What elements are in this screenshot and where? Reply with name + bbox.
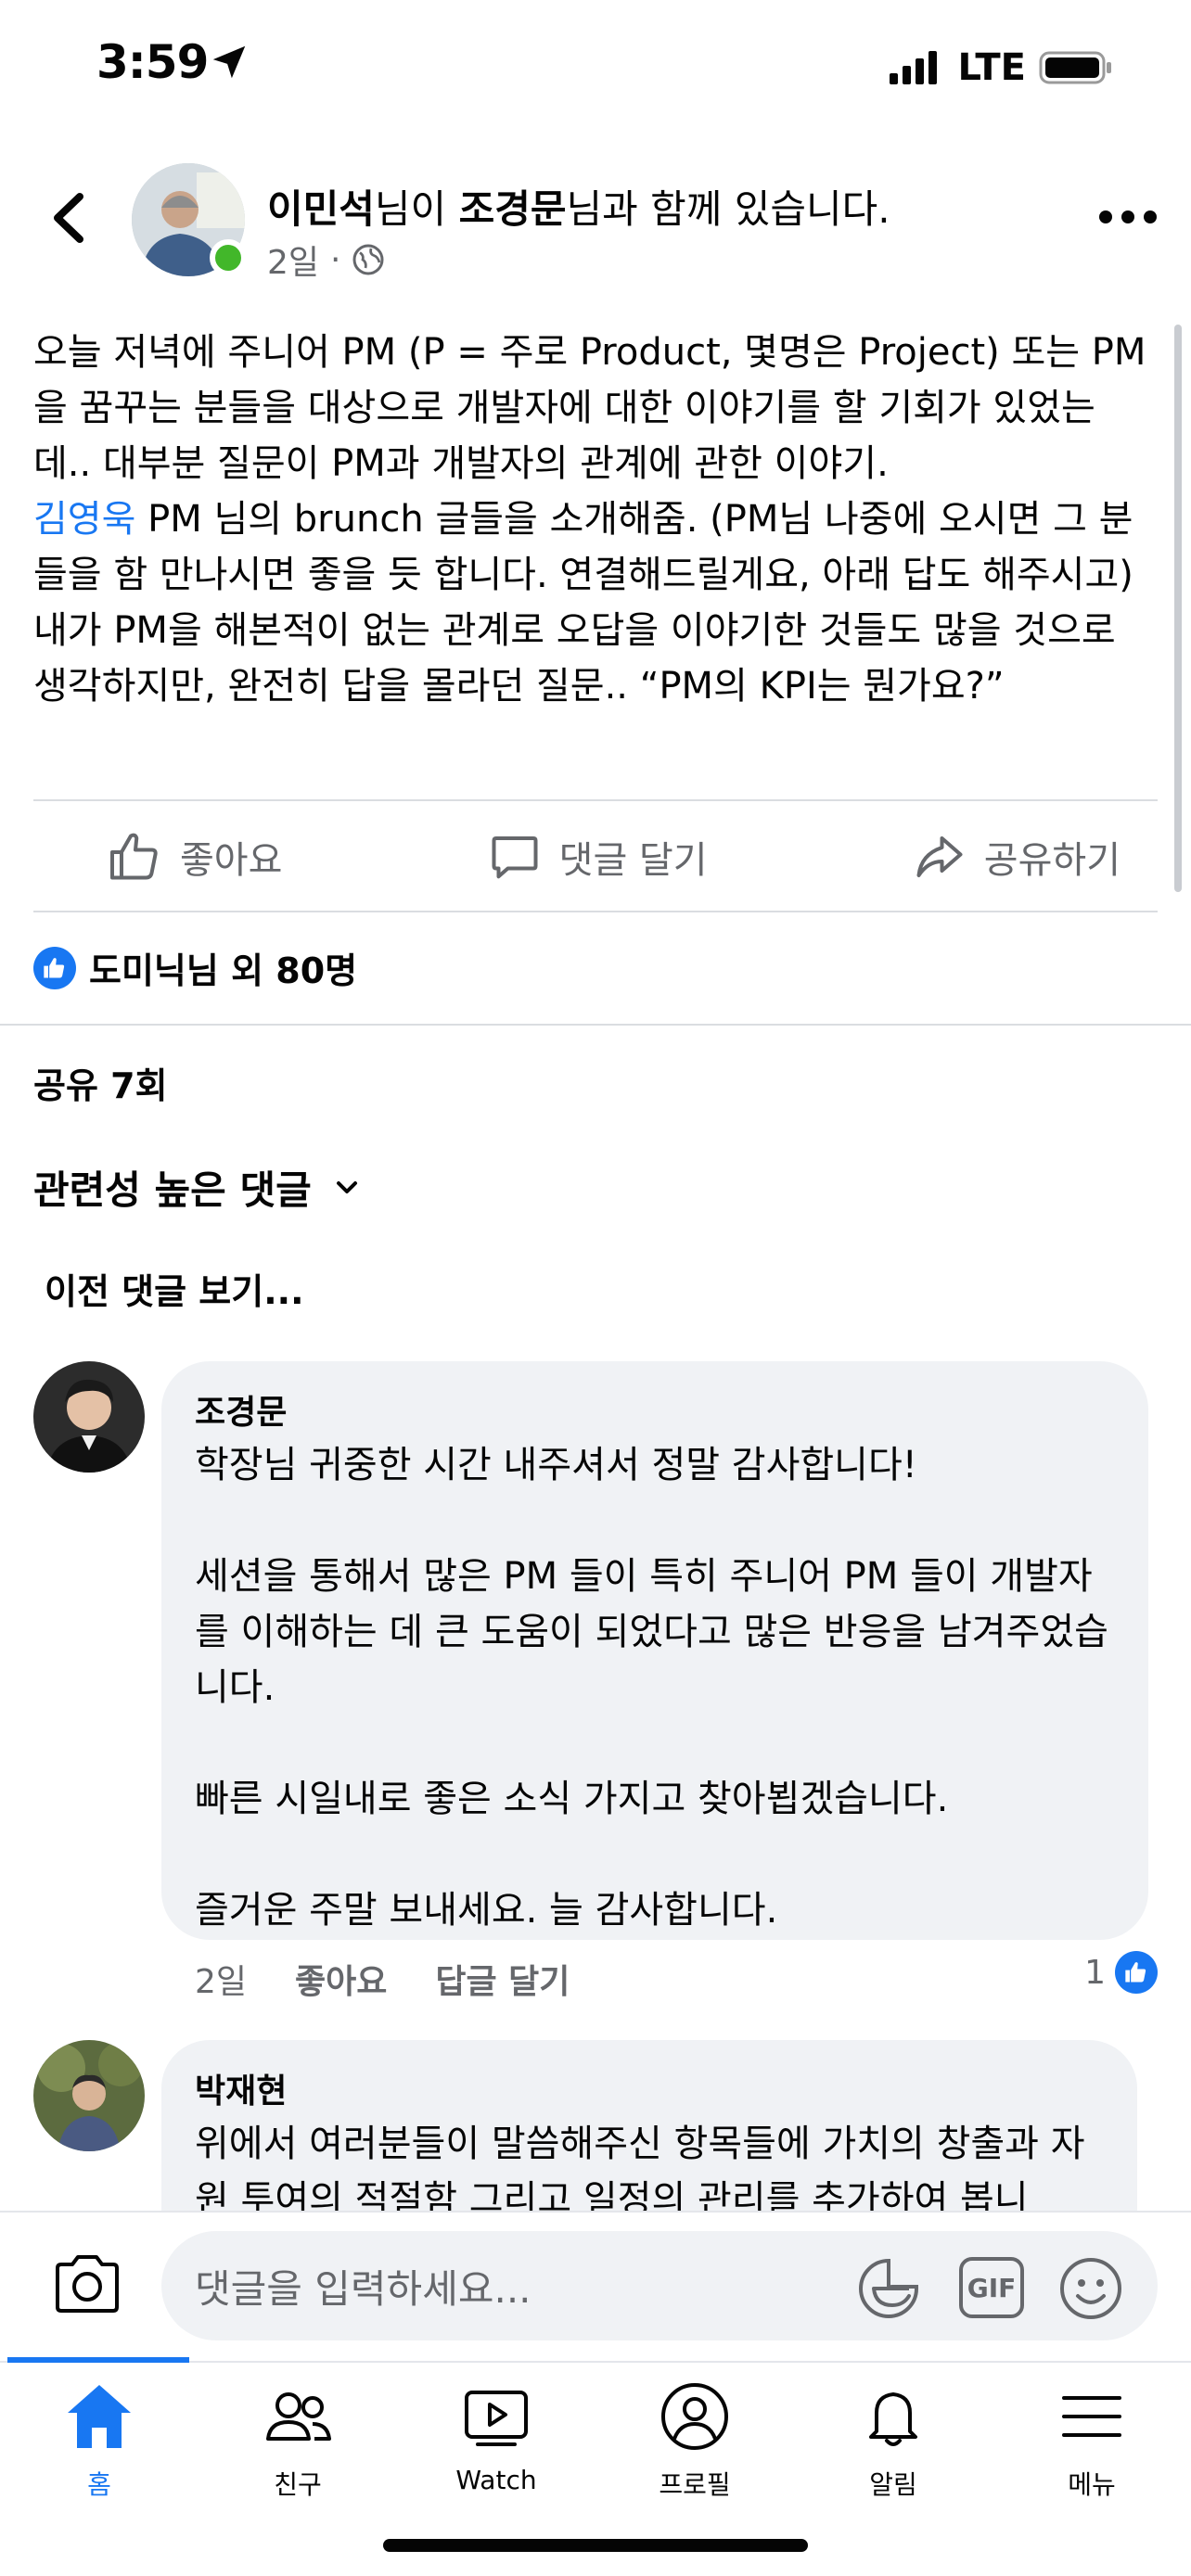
commenter-avatar[interactable] [33, 1361, 145, 1473]
globe-icon [352, 244, 384, 275]
tab-profile-label: 프로필 [659, 2469, 731, 2500]
tab-notifications[interactable]: 알림 [794, 2379, 992, 2502]
chevron-down-icon [336, 1180, 357, 1193]
comment-text: 학장님 귀중한 시간 내주셔서 정말 감사합니다! 세션을 통해서 많은 PM … [195, 1444, 1108, 1932]
post-paragraph-2: 김영욱 PM 님의 brunch 글들을 소개해줌. (PM님 나중에 오시면 … [33, 491, 1146, 603]
post-header-title: 이민석님이 조경문님과 함께 있습니다. [267, 178, 1083, 235]
menu-icon [1062, 2396, 1121, 2437]
share-button[interactable]: 공유하기 [912, 829, 1121, 885]
post-body: 오늘 저녁에 주니어 PM (P = 주로 Product, 몇명은 Proje… [33, 325, 1146, 714]
comment-reactions[interactable]: 1 [1084, 1951, 1158, 1994]
thumbs-up-icon [110, 833, 158, 880]
friends-icon [266, 2392, 331, 2441]
tab-menu[interactable]: 메뉴 [992, 2379, 1191, 2502]
meta-separator: · [330, 240, 341, 279]
tagged-suffix: 님과 함께 있습니다. [566, 186, 890, 232]
tab-friends[interactable]: 친구 [198, 2379, 397, 2502]
profile-icon [661, 2383, 728, 2450]
view-previous-comments[interactable]: 이전 댓글 보기... [45, 1263, 304, 1314]
comment-reaction-count: 1 [1084, 1953, 1106, 1992]
tab-home[interactable]: 홈 [0, 2379, 198, 2502]
emoji-icon [1060, 2258, 1121, 2319]
like-reaction-icon [33, 946, 76, 989]
home-indicator [383, 2539, 808, 2552]
online-status-dot [210, 239, 247, 276]
comment-like-button[interactable]: 좋아요 [295, 1955, 387, 2003]
more-icon [1099, 210, 1157, 223]
comment-label: 댓글 달기 [558, 839, 708, 882]
post-paragraph-2-text: PM 님의 brunch 글들을 소개해줌. (PM님 나중에 오시면 그 분들… [33, 498, 1133, 596]
signal-icon [889, 51, 937, 84]
comment-sort-label: 관련성 높은 댓글 [33, 1167, 312, 1213]
gif-label: GIF [967, 2272, 1017, 2303]
comment-bubble: 조경문 학장님 귀중한 시간 내주셔서 정말 감사합니다! 세션을 통해서 많은… [161, 1361, 1148, 1940]
like-button[interactable]: 좋아요 [108, 829, 282, 885]
active-tab-indicator [7, 2357, 189, 2363]
status-indicators: LTE [889, 46, 1113, 89]
tab-notifications-label: 알림 [869, 2469, 917, 2500]
tab-menu-label: 메뉴 [1068, 2469, 1116, 2500]
mention-link[interactable]: 김영욱 [33, 498, 135, 541]
comment-time[interactable]: 2일 [195, 1955, 247, 2003]
emoji-button[interactable] [1057, 2255, 1124, 2326]
share-icon [916, 836, 963, 877]
camera-button[interactable] [52, 2251, 122, 2320]
scrollbar[interactable] [1174, 325, 1182, 892]
back-button[interactable] [43, 185, 98, 250]
tab-watch-label: Watch [455, 2465, 537, 2495]
status-time: 3:59 [96, 35, 209, 89]
section-divider [0, 1024, 1191, 1026]
post-meta: 2일 · [267, 236, 385, 284]
comment-author[interactable]: 박재현 [195, 2064, 1104, 2112]
author-name[interactable]: 이민석 [267, 186, 375, 232]
comment-reply-button[interactable]: 답글 달기 [435, 1955, 570, 2003]
like-reaction-icon [1115, 1951, 1158, 1994]
sticker-button[interactable] [855, 2255, 922, 2326]
divider [33, 799, 1158, 801]
location-arrow-icon [208, 41, 250, 87]
comment-icon [492, 836, 538, 879]
gif-button[interactable]: GIF [959, 2257, 1024, 2318]
comment-button[interactable]: 댓글 달기 [487, 829, 708, 885]
tab-profile[interactable]: 프로필 [596, 2379, 794, 2502]
post-paragraph-3: 내가 PM을 해본적이 없는 관계로 오답을 이야기한 것들도 많을 것으로 생… [33, 609, 1116, 708]
share-label: 공유하기 [983, 839, 1121, 882]
comment-input-placeholder: 댓글을 입력하세요... [195, 2265, 531, 2312]
watch-icon [465, 2391, 528, 2446]
commenter-avatar[interactable] [33, 2040, 145, 2151]
tab-home-label: 홈 [87, 2469, 111, 2500]
tab-watch[interactable]: Watch [397, 2379, 596, 2495]
bell-icon [869, 2392, 917, 2446]
comment-author[interactable]: 조경문 [195, 1385, 1115, 1434]
author-suffix: 님이 [374, 186, 459, 232]
post-time[interactable]: 2일 [267, 236, 319, 284]
home-icon [68, 2385, 131, 2448]
tagged-name[interactable]: 조경문 [459, 186, 567, 232]
post-action-bar: 좋아요 댓글 달기 공유하기 [33, 803, 1158, 911]
network-label: LTE [957, 46, 1026, 89]
divider [33, 911, 1158, 912]
comment-meta: 2일 좋아요 답글 달기 [195, 1955, 570, 2003]
reactions-summary[interactable]: 도미닉님 외 80명 [33, 942, 357, 993]
post-paragraph-1: 오늘 저녁에 주니어 PM (P = 주로 Product, 몇명은 Proje… [33, 331, 1146, 485]
reactions-text: 도미닉님 외 80명 [89, 950, 358, 991]
sticker-icon [859, 2258, 918, 2318]
chevron-left-icon [54, 193, 83, 243]
comment-sort-dropdown[interactable]: 관련성 높은 댓글 [33, 1159, 362, 1216]
tab-friends-label: 친구 [274, 2469, 322, 2500]
like-label: 좋아요 [180, 839, 283, 882]
more-options-button[interactable] [1093, 198, 1163, 236]
camera-icon [56, 2255, 119, 2313]
shares-count[interactable]: 공유 7회 [33, 1057, 168, 1108]
battery-icon [1039, 51, 1111, 84]
